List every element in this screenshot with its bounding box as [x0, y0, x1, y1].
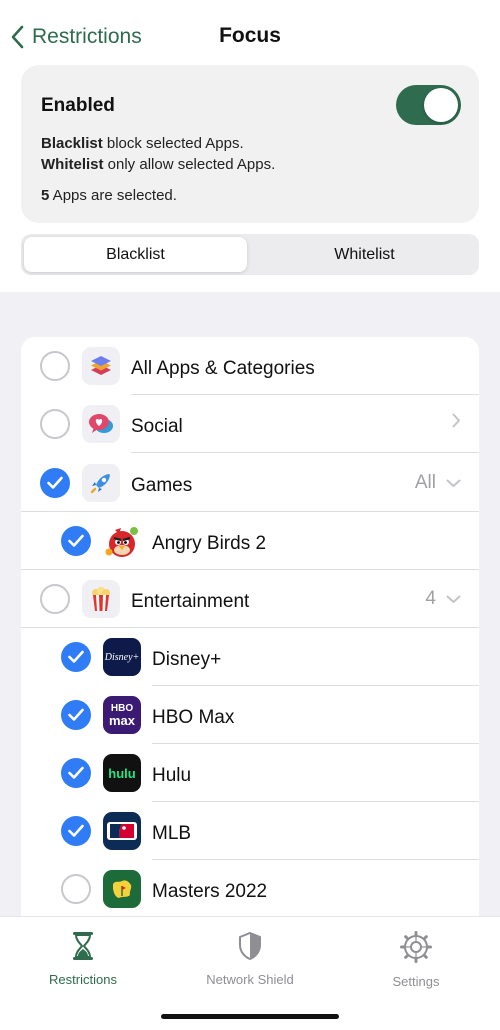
list-item-label: HBO Max: [152, 707, 235, 728]
selection-circle[interactable]: [40, 584, 70, 614]
list-item-label: All Apps & Categories: [131, 358, 315, 379]
selection-circle[interactable]: [61, 874, 91, 904]
angry-birds-icon: [103, 522, 141, 560]
segment-blacklist[interactable]: Blacklist: [24, 237, 247, 272]
stack-icon: [82, 347, 120, 385]
navigation-bar: Restrictions Focus: [0, 0, 500, 72]
tab-network-shield[interactable]: Network Shield: [167, 931, 333, 987]
gear-icon: [400, 931, 432, 963]
list-item-social[interactable]: Social: [21, 395, 479, 453]
rocket-icon: [82, 464, 120, 502]
selected-count-text: 5 Apps are selected.: [41, 187, 177, 204]
selection-count: All: [414, 472, 436, 493]
list-item-hulu[interactable]: hulu Hulu: [21, 744, 479, 802]
selected-count-suffix: Apps are selected.: [49, 187, 177, 204]
list-item-entertainment[interactable]: Entertainment 4: [21, 570, 479, 628]
list-item-angry-birds-2[interactable]: Angry Birds 2: [21, 512, 479, 570]
hulu-icon: hulu: [103, 754, 141, 792]
list-item-mlb[interactable]: MLB: [21, 802, 479, 860]
shield-icon: [239, 931, 261, 961]
list-item-label: Games: [131, 475, 193, 496]
selection-circle-checked[interactable]: [40, 468, 70, 498]
blacklist-description: Blacklist block selected Apps.: [41, 135, 244, 152]
chat-bubble-heart-icon: [82, 405, 120, 443]
blacklist-term: Blacklist: [41, 135, 103, 152]
blacklist-text: block selected Apps.: [102, 135, 244, 152]
disney-plus-logo-text: Disney+: [104, 651, 140, 663]
hulu-logo-text: hulu: [108, 765, 136, 781]
expand-control[interactable]: 4: [425, 588, 461, 610]
list-item-label: Angry Birds 2: [152, 533, 267, 554]
expand-control[interactable]: All: [415, 472, 461, 494]
hourglass-icon: [73, 932, 93, 960]
segment-whitelist[interactable]: Whitelist: [253, 237, 476, 272]
tab-restrictions[interactable]: Restrictions: [0, 931, 166, 987]
disney-plus-icon: Disney+: [103, 638, 141, 676]
whitelist-description: Whitelist only allow selected Apps.: [41, 156, 275, 173]
selection-circle[interactable]: [40, 409, 70, 439]
list-item-masters-2022[interactable]: Masters 2022: [21, 860, 479, 918]
checkmark-icon: [68, 534, 84, 547]
tab-label: Restrictions: [49, 972, 117, 987]
hbo-logo-text: HBO: [110, 702, 134, 714]
home-indicator: [161, 1014, 339, 1019]
list-item-hbo-max[interactable]: HBO max HBO Max: [21, 686, 479, 744]
row-divider: [131, 452, 479, 453]
masters-icon: [103, 870, 141, 908]
tab-label: Network Shield: [206, 972, 294, 987]
hbo-max-icon: HBO max: [103, 696, 141, 734]
popcorn-icon: [82, 580, 120, 618]
back-button[interactable]: Restrictions: [10, 22, 142, 52]
toggle-knob: [424, 88, 458, 122]
whitelist-text: only allow selected Apps.: [103, 156, 276, 173]
checkmark-icon: [68, 708, 84, 721]
selection-circle-checked[interactable]: [61, 758, 91, 788]
tab-label: Settings: [392, 974, 440, 989]
app-selection-list: All Apps & Categories Social Games All A…: [21, 337, 479, 927]
selection-circle-checked[interactable]: [61, 700, 91, 730]
list-item-all-apps[interactable]: All Apps & Categories: [21, 337, 479, 395]
checkmark-icon: [68, 766, 84, 779]
tab-bar: Restrictions Network Shield Settings: [0, 916, 500, 1030]
selection-circle[interactable]: [40, 351, 70, 381]
selection-count: 4: [425, 588, 436, 609]
mode-segmented-control: Blacklist Whitelist: [21, 234, 479, 275]
enabled-label: Enabled: [41, 95, 115, 116]
enabled-toggle[interactable]: [396, 85, 461, 125]
checkmark-icon: [47, 476, 63, 489]
selection-circle-checked[interactable]: [61, 526, 91, 556]
checkmark-icon: [68, 824, 84, 837]
list-item-games[interactable]: Games All: [21, 454, 479, 512]
mlb-icon: [103, 812, 141, 850]
checkmark-icon: [68, 650, 84, 663]
chevron-right-icon: [442, 413, 461, 428]
list-item-label: Hulu: [152, 765, 192, 786]
back-label: Restrictions: [32, 25, 142, 48]
list-item-label: Social: [131, 416, 183, 437]
max-logo-text: max: [108, 712, 136, 728]
selection-circle-checked[interactable]: [61, 642, 91, 672]
selection-circle-checked[interactable]: [61, 816, 91, 846]
list-item-label: Masters 2022: [152, 881, 268, 902]
whitelist-term: Whitelist: [41, 156, 104, 173]
focus-info-card: Enabled Blacklist block selected Apps. W…: [21, 65, 479, 223]
list-item-label: Entertainment: [131, 591, 250, 612]
tab-settings[interactable]: Settings: [333, 931, 499, 989]
list-item-label: Disney+: [152, 649, 222, 670]
chevron-down-icon: [446, 479, 461, 487]
list-item-disney-plus[interactable]: Disney+ Disney+: [21, 628, 479, 686]
list-item-label: MLB: [152, 823, 192, 844]
chevron-left-icon: [11, 25, 24, 49]
chevron-down-icon: [446, 595, 461, 603]
